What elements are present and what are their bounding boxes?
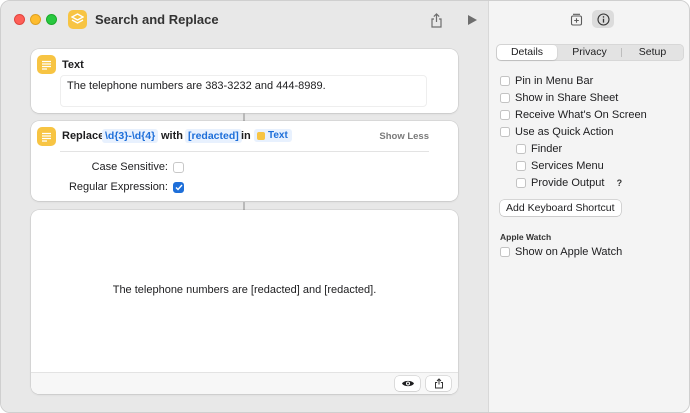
text-action-title: Text bbox=[62, 59, 84, 71]
run-button[interactable] bbox=[462, 10, 482, 30]
with-keyword: with bbox=[161, 130, 183, 142]
suboption-services-menu[interactable]: Services Menu bbox=[516, 160, 604, 172]
option-label: Show on Apple Watch bbox=[515, 246, 623, 258]
lines-icon bbox=[42, 60, 51, 70]
services-menu-checkbox[interactable] bbox=[516, 161, 526, 171]
output-share-button[interactable] bbox=[426, 376, 451, 391]
option-receive-whats-on-screen[interactable]: Receive What's On Screen bbox=[500, 109, 647, 121]
option-show-on-apple-watch[interactable]: Show on Apple Watch bbox=[500, 246, 622, 258]
inspector-pane: Details Privacy Setup Pin in Menu Bar Sh… bbox=[488, 1, 689, 412]
tab-setup[interactable]: Setup bbox=[622, 45, 683, 60]
option-pin-in-menu-bar[interactable]: Pin in Menu Bar bbox=[500, 75, 593, 87]
text-variable-icon bbox=[257, 131, 265, 140]
action-connector bbox=[243, 202, 245, 210]
checkmark-icon bbox=[175, 184, 183, 191]
variable-token-text[interactable]: Text bbox=[254, 129, 292, 142]
share-icon bbox=[434, 378, 443, 389]
regex-checkbox[interactable] bbox=[173, 182, 184, 193]
provide-output-checkbox[interactable] bbox=[516, 178, 526, 188]
help-icon[interactable]: ? bbox=[613, 177, 625, 189]
share-button[interactable] bbox=[426, 10, 446, 30]
variable-token-label: Text bbox=[268, 130, 288, 141]
lines-icon bbox=[42, 132, 51, 142]
minimize-window-button[interactable] bbox=[30, 14, 41, 25]
text-action-card[interactable]: Text The telephone numbers are 383-3232 … bbox=[31, 49, 458, 113]
add-to-library-button[interactable] bbox=[565, 10, 587, 28]
suboption-finder[interactable]: Finder bbox=[516, 143, 562, 155]
option-label: Finder bbox=[531, 143, 563, 155]
option-label: Provide Output bbox=[531, 177, 605, 189]
receive-whats-on-screen-checkbox[interactable] bbox=[500, 110, 510, 120]
close-window-button[interactable] bbox=[14, 14, 25, 25]
show-in-share-sheet-checkbox[interactable] bbox=[500, 93, 510, 103]
option-use-as-quick-action[interactable]: Use as Quick Action bbox=[500, 126, 613, 138]
title-bar: Search and Replace bbox=[1, 1, 488, 37]
option-label: Pin in Menu Bar bbox=[515, 75, 594, 87]
replace-action-card[interactable]: Replace \d{3}-\d{4} with [redacted] in T… bbox=[31, 121, 458, 201]
regex-label: Regular Expression: bbox=[68, 181, 168, 193]
zoom-window-button[interactable] bbox=[46, 14, 57, 25]
shortcut-editor-window: Search and Replace Text The telephone nu… bbox=[0, 0, 690, 413]
show-less-button[interactable]: Show Less bbox=[379, 131, 429, 142]
replacement-token[interactable]: [redacted] bbox=[185, 129, 242, 143]
replace-keyword: Replace bbox=[62, 130, 105, 142]
use-as-quick-action-checkbox[interactable] bbox=[500, 127, 510, 137]
text-content-field[interactable]: The telephone numbers are 383-3232 and 4… bbox=[60, 75, 427, 107]
show-on-apple-watch-checkbox[interactable] bbox=[500, 247, 510, 257]
finder-checkbox[interactable] bbox=[516, 144, 526, 154]
eye-icon bbox=[401, 380, 414, 387]
shortcut-details-button[interactable] bbox=[592, 10, 614, 28]
replace-action-icon bbox=[37, 127, 56, 146]
add-library-icon bbox=[570, 13, 582, 26]
output-preview-footer bbox=[31, 372, 458, 394]
share-icon bbox=[430, 12, 442, 28]
output-preview-text: The telephone numbers are [redacted] and… bbox=[112, 284, 377, 296]
window-title: Search and Replace bbox=[95, 12, 219, 27]
play-icon bbox=[467, 15, 477, 25]
add-keyboard-shortcut-button[interactable]: Add Keyboard Shortcut bbox=[500, 200, 621, 216]
apple-watch-heading: Apple Watch bbox=[500, 232, 552, 242]
option-label: Use as Quick Action bbox=[515, 126, 614, 138]
case-sensitive-checkbox[interactable] bbox=[173, 162, 184, 173]
option-label: Receive What's On Screen bbox=[515, 109, 647, 121]
pattern-token[interactable]: \d{3}-\d{4} bbox=[102, 129, 159, 143]
shortcut-app-icon bbox=[68, 10, 87, 29]
pin-in-menu-bar-checkbox[interactable] bbox=[500, 76, 510, 86]
tab-details[interactable]: Details bbox=[497, 45, 557, 60]
tab-privacy[interactable]: Privacy bbox=[558, 45, 621, 60]
output-preview-card: The telephone numbers are [redacted] and… bbox=[31, 210, 458, 394]
case-sensitive-label: Case Sensitive: bbox=[91, 161, 168, 173]
info-icon bbox=[596, 12, 610, 26]
inspector-tabs: Details Privacy Setup bbox=[496, 44, 684, 61]
in-keyword: in bbox=[241, 130, 251, 142]
option-show-in-share-sheet[interactable]: Show in Share Sheet bbox=[500, 92, 618, 104]
text-action-icon bbox=[37, 55, 56, 74]
suboption-provide-output[interactable]: Provide Output ? bbox=[516, 177, 625, 189]
action-connector bbox=[243, 113, 245, 121]
options-divider bbox=[60, 151, 429, 152]
option-label: Services Menu bbox=[531, 160, 604, 172]
editor-pane: Search and Replace Text The telephone nu… bbox=[1, 1, 488, 412]
quick-look-button[interactable] bbox=[395, 376, 420, 391]
option-label: Show in Share Sheet bbox=[515, 92, 619, 104]
